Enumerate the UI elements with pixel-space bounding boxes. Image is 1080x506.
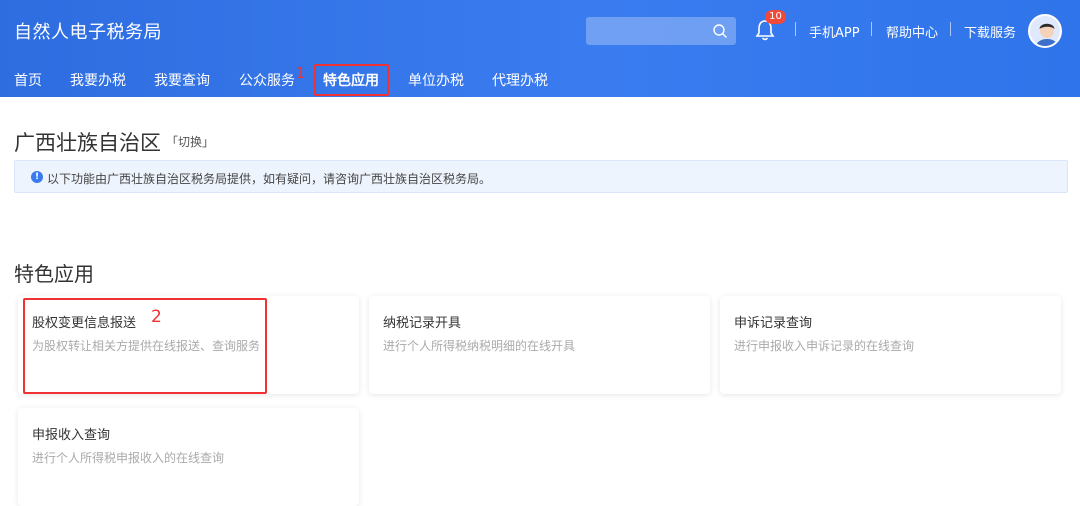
user-avatar-icon <box>1030 16 1060 46</box>
nav-agent-tax[interactable]: 代理办税 <box>492 70 548 90</box>
card-description: 进行个人所得税纳税明细的在线开具 <box>383 339 576 353</box>
app-card-tax-record[interactable]: 纳税记录开具 进行个人所得税纳税明细的在线开具 <box>369 296 710 394</box>
help-center-link[interactable]: 帮助中心 <box>886 22 938 41</box>
top-header: 自然人电子税务局 10 手机APP 帮助中心 下载服务 首页 我要办税 我要查询… <box>0 0 1080 97</box>
step-marker-2: 2 <box>151 307 162 327</box>
app-card-appeal-query[interactable]: 申诉记录查询 进行申报收入申诉记录的在线查询 <box>720 296 1061 394</box>
search-input[interactable] <box>586 17 736 45</box>
highlight-box-card <box>23 298 267 394</box>
card-title: 申报收入查询 <box>32 428 111 443</box>
highlight-box-nav <box>314 64 389 96</box>
notice-text: 以下功能由广西壮族自治区税务局提供，如有疑问，请咨询广西壮族自治区税务局。 <box>47 172 492 186</box>
step-marker-1: 1 <box>296 64 306 82</box>
card-description: 进行个人所得税申报收入的在线查询 <box>32 451 225 465</box>
notice-bar: ! 以下功能由广西壮族自治区税务局提供，如有疑问，请咨询广西壮族自治区税务局。 <box>14 160 1068 193</box>
info-icon: ! <box>31 171 43 183</box>
divider <box>950 22 951 36</box>
card-description: 进行申报收入申诉记录的在线查询 <box>734 339 915 353</box>
nav-tax-handling[interactable]: 我要办税 <box>70 70 126 90</box>
region-title: 广西壮族自治区 <box>14 131 161 155</box>
download-service-link[interactable]: 下载服务 <box>964 22 1016 41</box>
app-card-income-query[interactable]: 申报收入查询 进行个人所得税申报收入的在线查询 <box>18 408 359 506</box>
card-title: 纳税记录开具 <box>383 316 462 331</box>
avatar[interactable] <box>1028 14 1062 48</box>
nav-query[interactable]: 我要查询 <box>154 70 210 90</box>
divider <box>871 22 872 36</box>
app-title[interactable]: 自然人电子税务局 <box>14 18 162 44</box>
nav-unit-tax[interactable]: 单位办税 <box>408 70 464 90</box>
nav-home[interactable]: 首页 <box>14 70 42 90</box>
card-title: 申诉记录查询 <box>734 316 813 331</box>
section-title: 特色应用 <box>14 262 94 286</box>
notification-badge: 10 <box>765 10 786 24</box>
mobile-app-link[interactable]: 手机APP <box>809 22 860 41</box>
switch-region-link[interactable]: 「切换」 <box>166 133 214 150</box>
divider <box>795 22 796 36</box>
nav-public-service[interactable]: 公众服务 <box>239 70 295 90</box>
search-icon[interactable] <box>712 23 728 39</box>
